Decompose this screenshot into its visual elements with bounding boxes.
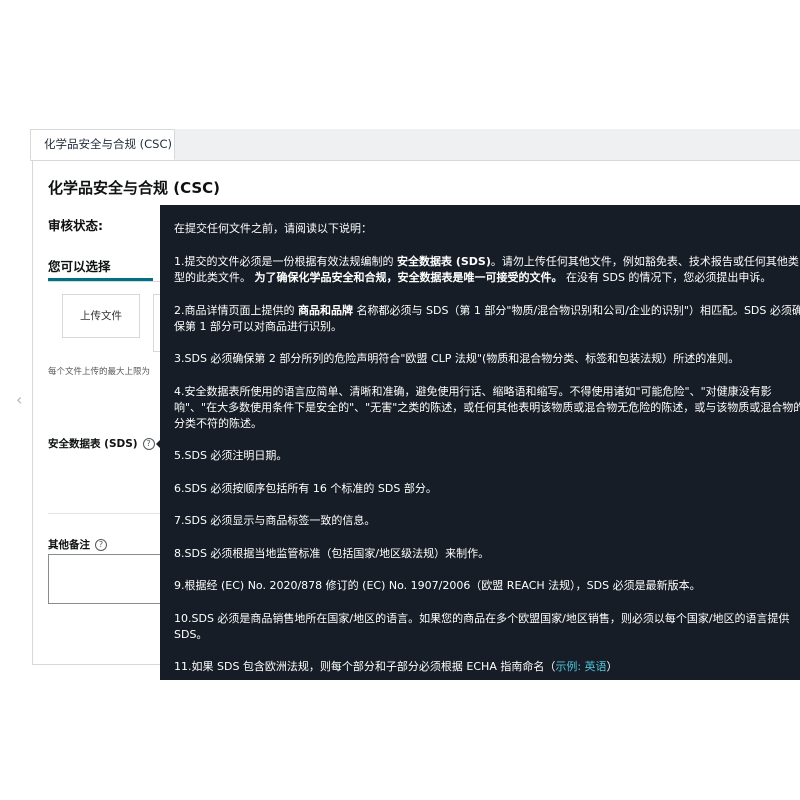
review-status-label: 审核状态: <box>48 218 103 233</box>
tooltip-item-1: 1.提交的文件必须是一份根据有效法规编制的 安全数据表 (SDS)。请勿上传任何… <box>174 255 799 284</box>
other-notes-textarea[interactable] <box>48 554 166 604</box>
tooltip-item-4: 4.安全数据表所使用的语言应简单、清晰和准确，避免使用行话、缩略语和缩写。不得使… <box>174 384 800 430</box>
tooltip-item-3: 3.SDS 必须确保第 2 部分所列的危险声明符合"欧盟 CLP 法规"(物质和… <box>174 352 740 365</box>
tooltip-item-11: 11.如果 SDS 包含欧洲法规，则每个部分和子部分必须根据 ECHA 指南命名… <box>174 660 618 673</box>
max-size-note: 每个文件上传的最大上限为 <box>48 367 151 377</box>
sds-label-text: 安全数据表 (SDS) <box>48 438 138 450</box>
tooltip-item-6: 6.SDS 必须按顺序包括所有 16 个标准的 SDS 部分。 <box>174 481 437 495</box>
choose-tab-label[interactable]: 您可以选择 <box>48 256 111 275</box>
other-notes-label: 其他备注? <box>48 537 107 552</box>
tooltip-item-5: 5.SDS 必须注明日期。 <box>174 449 288 462</box>
tooltip-item-8: 8.SDS 必须根据当地监管标准（包括国家/地区级法规）来制作。 <box>174 546 490 560</box>
other-notes-text: 其他备注 <box>48 539 90 551</box>
sds-field-label: 安全数据表 (SDS)? <box>48 436 155 451</box>
tooltip-item-9: 9.根据经 (EC) No. 2020/878 修订的 (EC) No. 190… <box>174 579 701 592</box>
help-icon[interactable]: ? <box>142 438 155 450</box>
tab-csc[interactable]: 化学品安全与合规 (CSC) <box>30 129 175 160</box>
page: 化学品安全与合规 (CSC) 化学品安全与合规 (CSC) 审核状态: 您可以选… <box>0 0 800 800</box>
tooltip-intro: 在提交任何文件之前，请阅读以下说明： <box>174 222 372 235</box>
tooltip-item-2: 2.商品详情页面上提供的 商品和品牌 名称都必须与 SDS（第 1 部分"物质/… <box>174 303 800 333</box>
chevron-left-icon[interactable]: ‹ <box>16 385 24 415</box>
upload-file-button[interactable]: 上传文件 <box>62 294 140 338</box>
panel-title: 化学品安全与合规 (CSC) <box>48 179 221 197</box>
help-icon[interactable]: ? <box>95 539 107 551</box>
tooltip-item-7: 7.SDS 必须显示与商品标签一致的信息。 <box>174 514 376 527</box>
tooltip-item-10: 10.SDS 必须是商品销售地所在国家/地区的语言。如果您的商品在多个欧盟国家/… <box>174 611 790 641</box>
sds-instructions-tooltip: 在提交任何文件之前，请阅读以下说明： 1.提交的文件必须是一份根据有效法规编制的… <box>160 205 800 680</box>
example-english-link[interactable]: 示例: 英语 <box>555 660 606 673</box>
tab-strip: 化学品安全与合规 (CSC) <box>30 129 800 161</box>
